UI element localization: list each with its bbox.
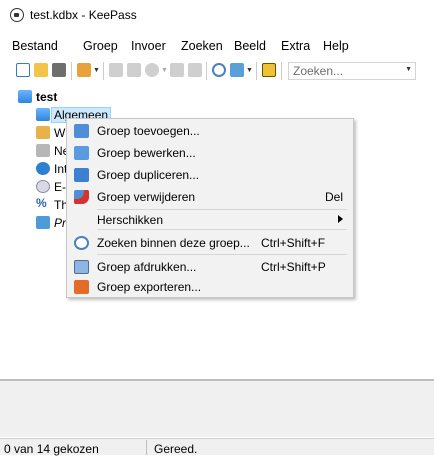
submenu-arrow-icon — [338, 215, 343, 223]
group-add-icon — [74, 124, 89, 138]
windows-icon — [36, 126, 50, 139]
menu-item-groep-exporteren[interactable]: Groep exporteren... — [67, 276, 351, 298]
menu-help[interactable]: Help — [323, 39, 349, 53]
folder-icon — [36, 108, 50, 121]
menu-beeld[interactable]: Beeld — [234, 39, 266, 53]
open-url-icon[interactable] — [145, 63, 159, 77]
search-input[interactable] — [289, 63, 397, 79]
window-title: test.kdbx - KeePass — [30, 8, 137, 22]
toolbar-separator — [71, 62, 72, 80]
status-separator — [146, 440, 147, 455]
save-icon[interactable] — [52, 63, 66, 77]
group-duplicate-icon — [74, 168, 89, 182]
menu-item-shortcut: Ctrl+Shift+P — [261, 260, 326, 274]
menu-item-shortcut: Ctrl+Shift+F — [261, 236, 326, 250]
status-bar: 0 van 14 gekozen Gereed. — [0, 438, 434, 456]
export-icon — [74, 280, 89, 294]
menu-item-groep-dupliceren[interactable]: Groep dupliceren... — [67, 164, 351, 186]
menu-item-label: Groep toevoegen... — [97, 124, 200, 138]
tree-root-label: test — [36, 90, 58, 104]
entry-detail-pane — [0, 380, 434, 437]
group-edit-icon — [74, 146, 89, 160]
menu-item-label: Groep bewerken... — [97, 146, 196, 160]
toolbar-separator — [256, 62, 257, 80]
menu-item-herschikken-row[interactable]: Herschikken — [67, 203, 351, 227]
folder-icon — [18, 90, 32, 103]
menu-extra[interactable]: Extra — [281, 39, 310, 53]
menu-item-groep-bewerken[interactable]: Groep bewerken... — [67, 142, 351, 164]
menu-item-label: Groep exporteren... — [97, 280, 202, 294]
menu-item-label: Groep afdrukken... — [97, 260, 197, 274]
lock-workspace-icon[interactable] — [262, 63, 276, 77]
menu-item-label: Groep dupliceren... — [97, 168, 200, 182]
menu-zoeken[interactable]: Zoeken — [181, 39, 223, 53]
menu-bestand[interactable]: Bestand — [12, 39, 58, 53]
new-database-icon[interactable] — [16, 63, 30, 77]
find-icon[interactable] — [212, 63, 226, 77]
search-icon — [74, 236, 89, 250]
search-field[interactable]: ▼ — [288, 62, 416, 80]
title-bar: test.kdbx - KeePass — [0, 0, 434, 30]
recycle-bin-icon — [36, 216, 50, 229]
menu-item-groep-afdrukken[interactable]: Groep afdrukken... Ctrl+Shift+P — [67, 256, 351, 278]
chevron-down-icon[interactable]: ▼ — [246, 67, 253, 74]
menu-separator — [97, 229, 347, 230]
toolbar: ▼ ▼ ▼ ▼ — [0, 58, 434, 84]
menu-item-shortcut: Del — [325, 190, 344, 204]
menu-item-label: Zoeken binnen deze groep... — [97, 236, 250, 250]
menu-groep[interactable]: Groep — [83, 39, 118, 53]
copy-username-icon[interactable] — [109, 63, 123, 77]
toolbar-separator — [281, 62, 282, 80]
open-database-icon[interactable] — [34, 63, 48, 77]
print-icon — [74, 260, 89, 274]
network-icon — [36, 144, 50, 157]
group-context-menu: Groep toevoegen... Groep bewerken... Gro… — [66, 118, 354, 298]
generate-password-icon[interactable] — [230, 63, 244, 77]
toolbar-separator — [206, 62, 207, 80]
percent-icon: % — [36, 196, 47, 210]
email-icon — [36, 180, 50, 193]
add-entry-icon[interactable] — [77, 63, 91, 77]
chevron-down-icon[interactable]: ▼ — [93, 67, 100, 74]
menu-item-label: Groep verwijderen — [97, 190, 196, 204]
toolbar-separator — [103, 62, 104, 80]
menu-separator — [97, 254, 347, 255]
copy-entry-icon[interactable] — [170, 63, 184, 77]
copy-password-icon[interactable] — [127, 63, 141, 77]
menu-item-zoeken-binnen-groep[interactable]: Zoeken binnen deze groep... Ctrl+Shift+F — [67, 232, 351, 254]
menu-item-label: Herschikken — [97, 213, 164, 227]
menu-bar: Bestand Groep Invoer Zoeken Beeld Extra … — [0, 36, 434, 56]
group-delete-icon — [74, 190, 89, 204]
menu-item-groep-toevoegen[interactable]: Groep toevoegen... — [67, 120, 351, 142]
tree-item-label: Pr — [54, 216, 66, 230]
keepass-lock-icon — [10, 8, 24, 22]
chevron-down-icon[interactable]: ▼ — [161, 67, 168, 74]
chevron-down-icon[interactable]: ▼ — [405, 66, 412, 73]
delete-entry-icon[interactable] — [188, 63, 202, 77]
menu-invoer[interactable]: Invoer — [131, 39, 166, 53]
internet-icon — [36, 162, 50, 175]
